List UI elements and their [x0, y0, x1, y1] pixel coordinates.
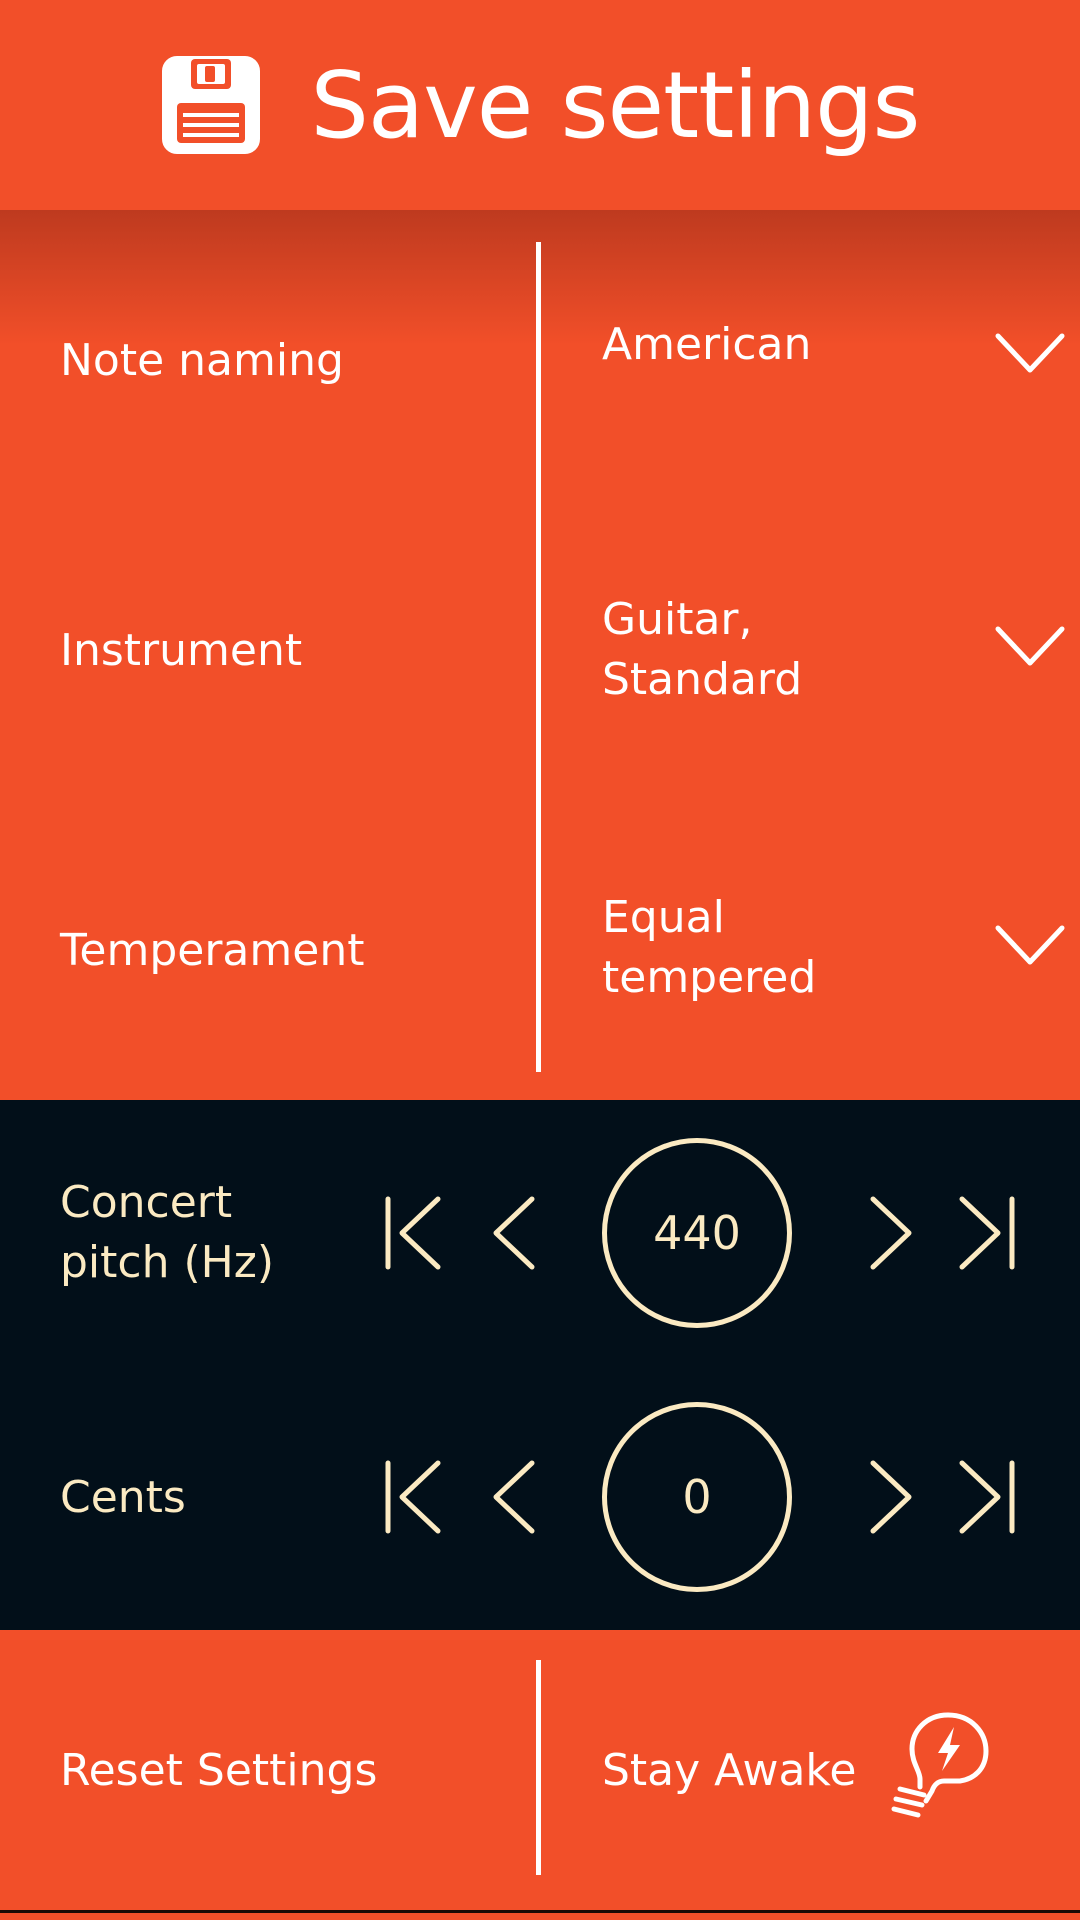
floppy-disk-icon — [161, 56, 260, 154]
save-settings-button[interactable]: Save settings — [0, 0, 1080, 210]
cents-row: Cents 0 — [0, 1365, 1080, 1630]
skip-to-min-icon[interactable] — [380, 1193, 450, 1273]
reset-settings-button[interactable]: Reset Settings — [60, 1630, 520, 1910]
decrement-icon[interactable] — [480, 1457, 550, 1537]
setting-label-temperament: Temperament — [60, 924, 365, 976]
page-title: Save settings — [310, 51, 921, 159]
settings-panel: Note naming American Instrument Guitar, … — [0, 210, 1080, 1100]
decrement-icon[interactable] — [480, 1193, 550, 1273]
setting-value-temperament: Equal tempered — [602, 892, 817, 1003]
chevron-down-icon — [995, 626, 1065, 666]
stay-awake-label: Stay Awake — [602, 1744, 857, 1796]
setting-row-temperament: Temperament Equal tempered — [0, 810, 1080, 1110]
cents-value[interactable]: 0 — [602, 1402, 792, 1592]
setting-label-instrument: Instrument — [60, 624, 303, 676]
stay-awake-button[interactable]: Stay Awake — [602, 1630, 1022, 1910]
setting-value-instrument: Guitar, Standard — [602, 594, 803, 705]
setting-value-note-naming: American — [602, 319, 812, 370]
pitch-panel: Concert pitch (Hz) 440 Cents 0 — [0, 1100, 1080, 1630]
concert-pitch-label: Concert pitch (Hz) — [60, 1176, 274, 1288]
setting-row-instrument: Instrument Guitar, Standard — [0, 510, 1080, 810]
setting-label-note-naming: Note naming — [60, 334, 344, 386]
instrument-dropdown[interactable]: Guitar, Standard — [542, 510, 1080, 810]
skip-to-max-icon[interactable] — [950, 1457, 1020, 1537]
note-naming-dropdown[interactable]: American — [542, 210, 1080, 510]
lightbulb-bolt-icon — [891, 1712, 989, 1818]
bottom-edge — [0, 1910, 1080, 1920]
chevron-down-icon — [995, 925, 1065, 965]
footer: Reset Settings Stay Awake — [0, 1630, 1080, 1910]
skip-to-min-icon[interactable] — [380, 1457, 450, 1537]
reset-settings-label: Reset Settings — [60, 1744, 378, 1796]
concert-pitch-value[interactable]: 440 — [602, 1138, 792, 1328]
increment-icon[interactable] — [855, 1193, 925, 1273]
concert-pitch-row: Concert pitch (Hz) 440 — [0, 1100, 1080, 1365]
chevron-down-icon — [995, 333, 1065, 373]
cents-label: Cents — [60, 1471, 186, 1523]
increment-icon[interactable] — [855, 1457, 925, 1537]
setting-row-note-naming: Note naming American — [0, 210, 1080, 510]
temperament-dropdown[interactable]: Equal tempered — [542, 810, 1080, 1110]
divider — [536, 1660, 541, 1875]
skip-to-max-icon[interactable] — [950, 1193, 1020, 1273]
